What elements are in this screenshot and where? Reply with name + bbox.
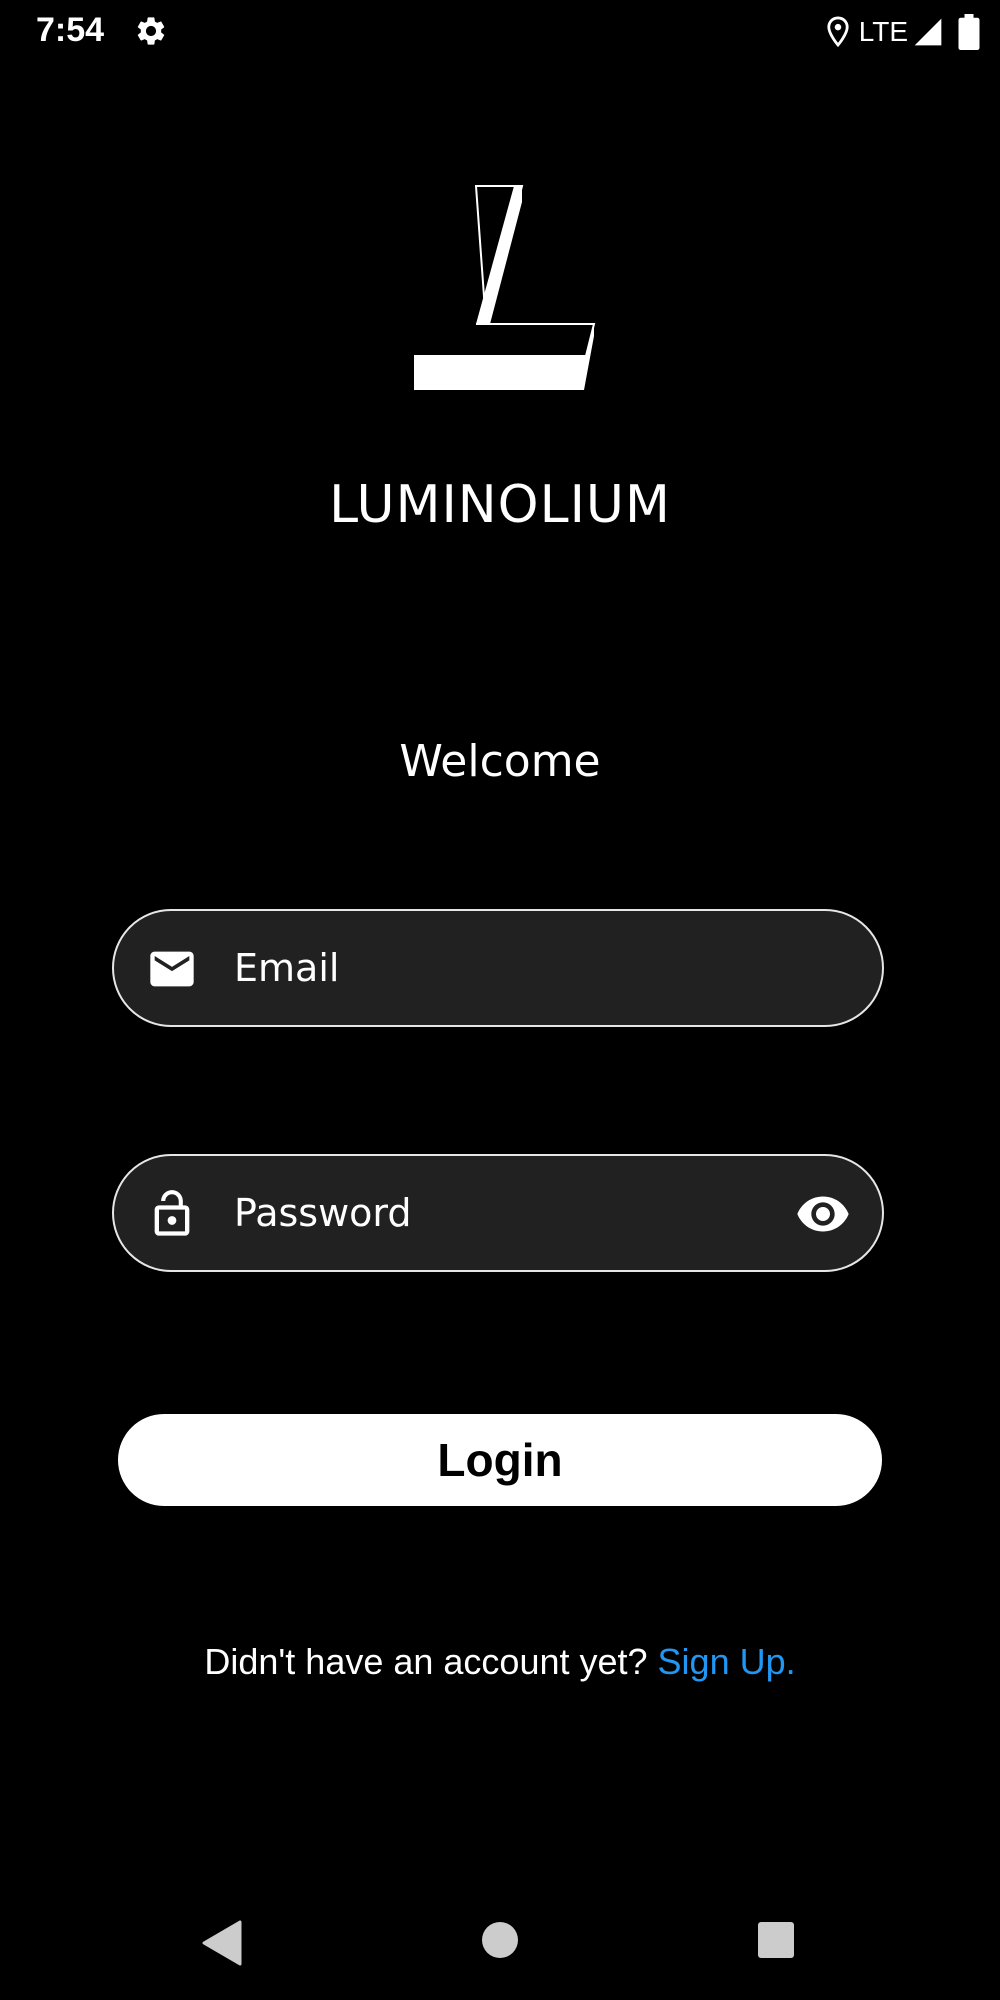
home-icon[interactable]	[480, 1920, 520, 1960]
welcome-heading: Welcome	[399, 736, 601, 787]
signup-link[interactable]: Sign Up.	[658, 1641, 796, 1682]
signal-icon	[914, 18, 942, 46]
network-type-label: LTE	[858, 16, 908, 47]
signup-row: Didn't have an account yet? Sign Up.	[0, 1638, 1000, 1686]
mail-icon	[150, 951, 194, 987]
system-nav-bar	[0, 1900, 1000, 2000]
eye-icon[interactable]	[794, 1186, 852, 1242]
brand-name: LUMINOLIUM	[329, 475, 671, 535]
password-input[interactable]	[234, 1180, 794, 1246]
gear-icon	[137, 17, 165, 45]
location-icon	[827, 16, 849, 48]
signup-prompt: Didn't have an account yet?	[204, 1641, 658, 1682]
status-right-group: LTE	[825, 12, 980, 52]
back-icon[interactable]	[200, 1920, 244, 1966]
email-field[interactable]	[112, 909, 884, 1027]
status-bar: 7:54 LTE	[0, 0, 1000, 64]
battery-icon	[958, 14, 980, 50]
luminolium-logo	[414, 185, 596, 390]
status-time: 7:54	[36, 11, 105, 49]
login-button[interactable]: Login	[118, 1414, 882, 1506]
password-field[interactable]	[112, 1154, 884, 1272]
lock-icon	[154, 1190, 190, 1236]
email-input[interactable]	[234, 935, 794, 1001]
recents-icon[interactable]	[756, 1920, 796, 1960]
